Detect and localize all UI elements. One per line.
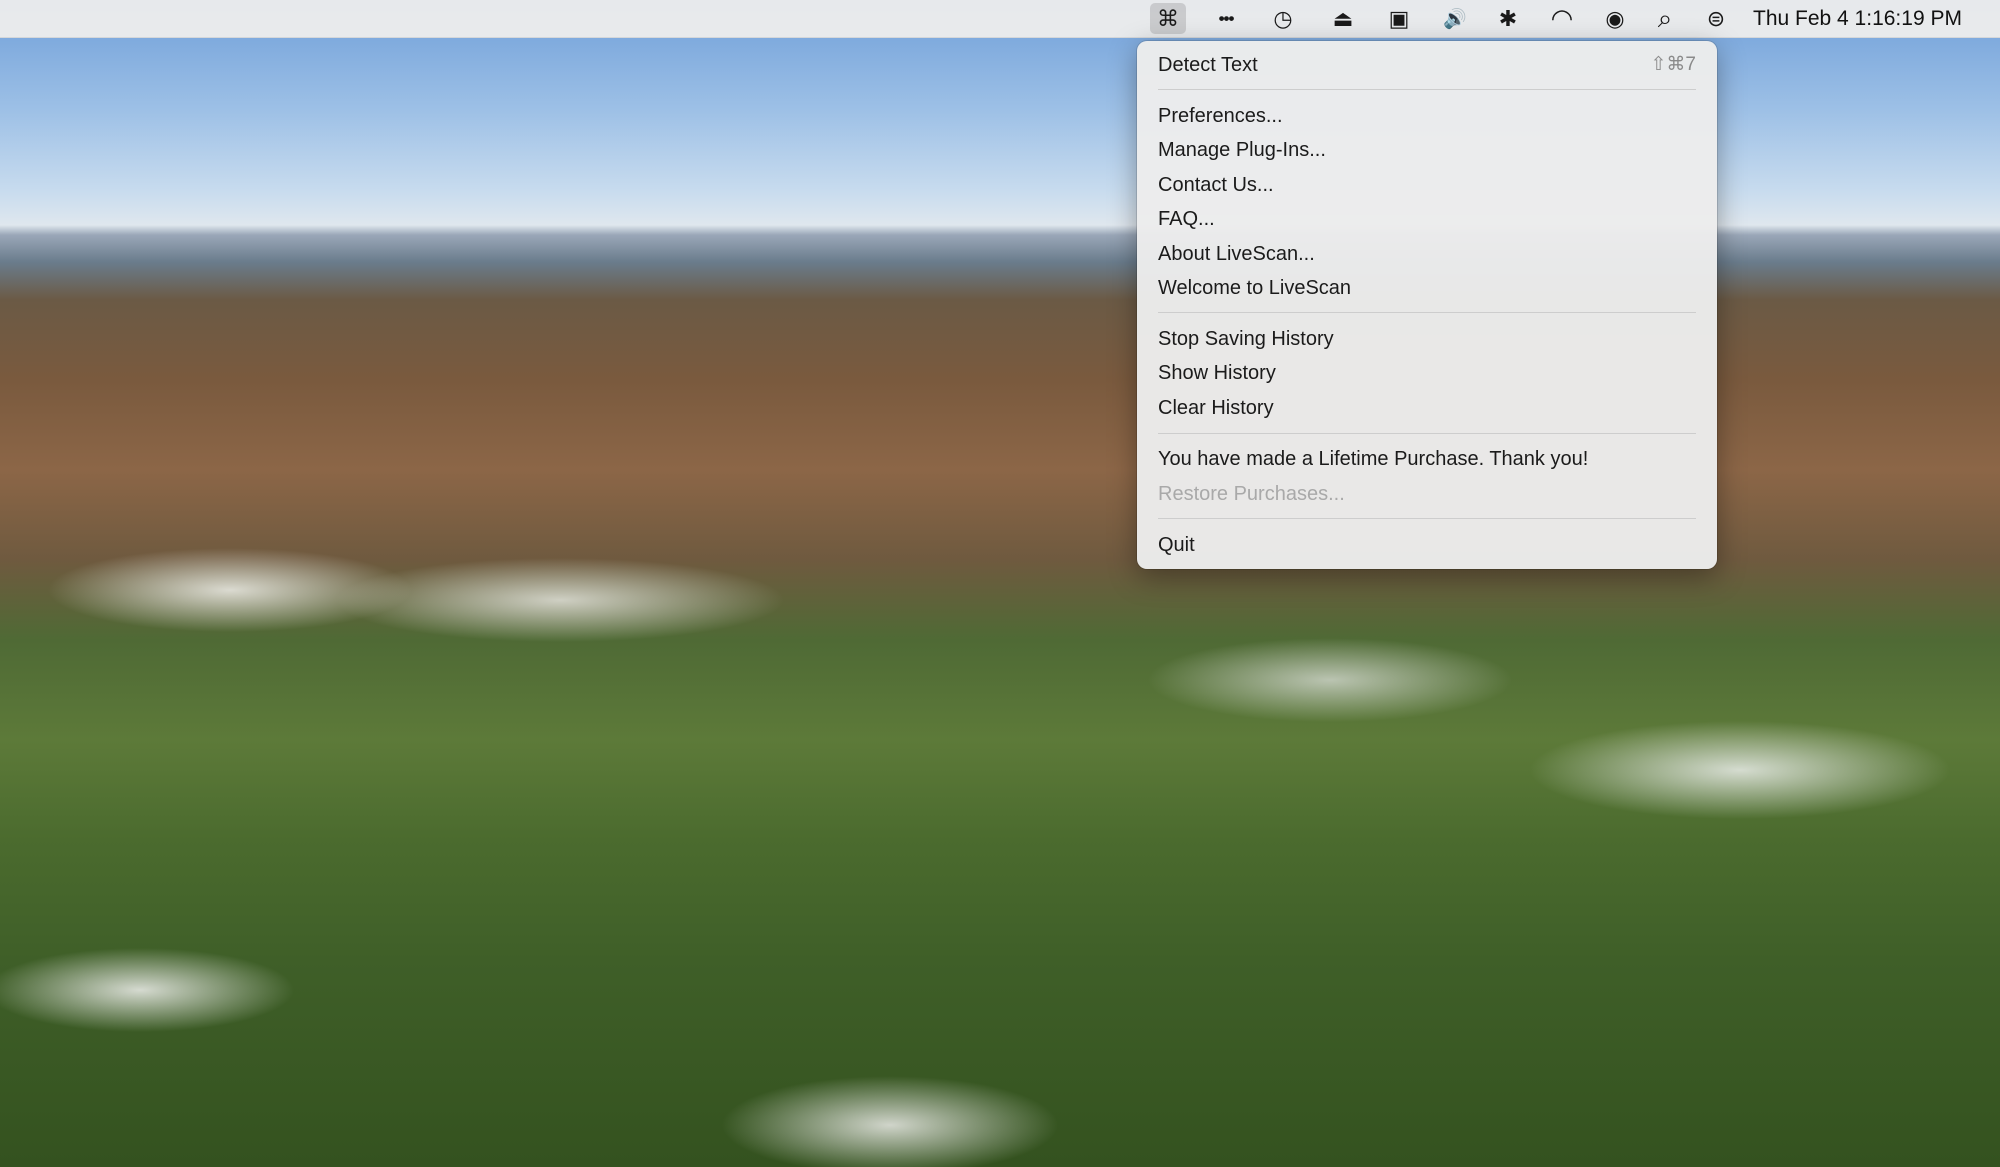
menu-bar: ⌘ ••• ◷ ⏏ ▣ 🔊 ✱ ◠ ◉ ⌕ ⊜ Thu Feb 4 1:16:1… — [0, 0, 2000, 38]
menu-separator — [1158, 312, 1696, 313]
about-item[interactable]: About LiveScan... — [1158, 237, 1696, 271]
window-icon[interactable]: ▣ — [1381, 3, 1417, 34]
contact-us-item[interactable]: Contact Us... — [1158, 168, 1696, 202]
stop-saving-history-item[interactable]: Stop Saving History — [1158, 322, 1696, 356]
show-history-item[interactable]: Show History — [1158, 356, 1696, 390]
control-center-icon[interactable]: ⊜ — [1698, 3, 1734, 34]
user-icon[interactable]: ◉ — [1597, 3, 1633, 34]
time-machine-icon[interactable]: ◷ — [1265, 3, 1301, 34]
livescan-dropdown-menu: Detect Text ⇧⌘7 Preferences... Manage Pl… — [1137, 41, 1717, 569]
wifi-icon[interactable]: ◠ — [1544, 3, 1580, 34]
manage-plugins-item[interactable]: Manage Plug-Ins... — [1158, 133, 1696, 167]
detect-text-shortcut: ⇧⌘7 — [1650, 54, 1697, 75]
lifetime-purchase-item: You have made a Lifetime Purchase. Thank… — [1158, 448, 1589, 470]
preferences-item[interactable]: Preferences... — [1158, 99, 1696, 133]
menu-separator — [1158, 518, 1696, 519]
restore-purchases-item: Restore Purchases... — [1158, 483, 1345, 505]
bluetooth-icon[interactable]: ✱ — [1490, 3, 1526, 34]
quit-item[interactable]: Quit — [1158, 528, 1696, 562]
ellipsis-icon[interactable]: ••• — [1208, 3, 1244, 34]
volume-icon[interactable]: 🔊 — [1437, 3, 1473, 34]
livescan-icon[interactable]: ⌘ — [1150, 3, 1186, 34]
detect-text-item[interactable]: Detect Text ⇧⌘7 — [1158, 48, 1696, 82]
faq-item[interactable]: FAQ... — [1158, 202, 1696, 236]
menu-separator — [1158, 89, 1696, 90]
search-icon[interactable]: ⌕ — [1647, 3, 1683, 34]
detect-text-label: Detect Text — [1158, 54, 1258, 76]
eject-icon[interactable]: ⏏ — [1325, 3, 1361, 34]
menu-separator — [1158, 433, 1696, 434]
clear-history-item[interactable]: Clear History — [1158, 391, 1696, 425]
menubar-clock[interactable]: Thu Feb 4 1:16:19 PM — [1753, 0, 1962, 37]
welcome-item[interactable]: Welcome to LiveScan — [1158, 271, 1696, 305]
